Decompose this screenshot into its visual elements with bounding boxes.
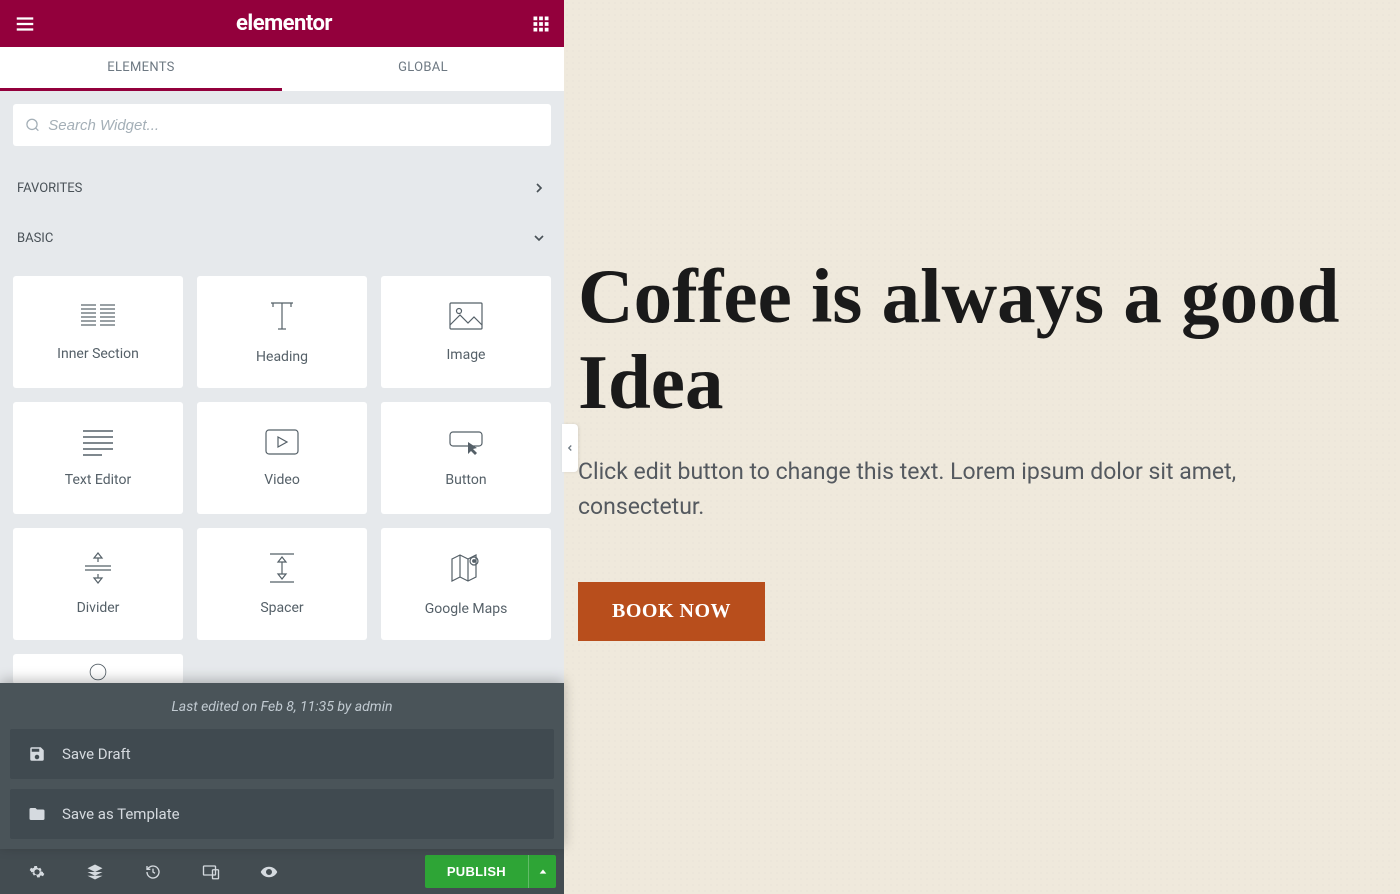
category-favorites[interactable]: FAVORITES xyxy=(13,166,551,210)
eye-icon xyxy=(260,863,278,881)
widget-label: Spacer xyxy=(260,600,303,616)
widget-divider[interactable]: Divider xyxy=(13,528,183,640)
hero-title[interactable]: Coffee is always a good Idea xyxy=(578,253,1400,425)
icon-partial xyxy=(84,662,112,682)
preview-button[interactable] xyxy=(240,849,298,894)
history-icon xyxy=(145,864,161,880)
widget-google-maps[interactable]: Google Maps xyxy=(381,528,551,640)
panel-tabs: ELEMENTS GLOBAL xyxy=(0,47,564,91)
apps-grid-icon[interactable] xyxy=(532,15,550,33)
widget-text-editor[interactable]: Text Editor xyxy=(13,402,183,514)
navigator-button[interactable] xyxy=(66,849,124,894)
tab-elements[interactable]: ELEMENTS xyxy=(0,47,282,91)
map-icon xyxy=(449,551,483,585)
preview-canvas[interactable]: Coffee is always a good Idea Click edit … xyxy=(564,0,1400,894)
search-input[interactable] xyxy=(48,117,539,134)
chevron-down-icon xyxy=(531,230,547,246)
category-label: FAVORITES xyxy=(17,181,82,196)
responsive-button[interactable] xyxy=(182,849,240,894)
hamburger-menu-icon[interactable] xyxy=(14,13,36,35)
widget-spacer[interactable]: Spacer xyxy=(197,528,367,640)
save-options-popup: Last edited on Feb 8, 11:35 by admin Sav… xyxy=(0,683,564,849)
inner-section-icon xyxy=(80,302,116,330)
responsive-icon xyxy=(202,863,220,881)
save-template-label: Save as Template xyxy=(62,805,180,823)
caret-up-icon xyxy=(538,867,548,877)
settings-button[interactable] xyxy=(8,849,66,894)
book-now-button[interactable]: BOOK NOW xyxy=(578,582,765,641)
widget-label: Video xyxy=(264,472,300,488)
widget-label: Divider xyxy=(77,600,120,616)
widget-video[interactable]: Video xyxy=(197,402,367,514)
video-icon xyxy=(264,428,300,456)
chevron-left-icon xyxy=(565,441,575,455)
widget-image[interactable]: Image xyxy=(381,276,551,388)
logo: elementor xyxy=(236,11,332,36)
publish-wrap: PUBLISH xyxy=(425,855,556,888)
save-template-button[interactable]: Save as Template xyxy=(10,789,554,839)
panel-header: elementor xyxy=(0,0,564,47)
spacer-icon xyxy=(269,552,295,584)
widget-label: Inner Section xyxy=(57,346,139,362)
button-icon xyxy=(448,428,484,456)
chevron-right-icon xyxy=(531,180,547,196)
save-icon xyxy=(28,745,46,763)
gear-icon xyxy=(29,864,45,880)
folder-icon xyxy=(28,805,46,823)
last-edited-text: Last edited on Feb 8, 11:35 by admin xyxy=(0,683,564,729)
editor-panel: elementor ELEMENTS GLOBAL FAVORITES BASI… xyxy=(0,0,564,894)
widget-inner-section[interactable]: Inner Section xyxy=(13,276,183,388)
widget-button[interactable]: Button xyxy=(381,402,551,514)
widget-heading[interactable]: Heading xyxy=(197,276,367,388)
widget-grid: Inner Section Heading Image xyxy=(13,276,551,684)
hero-subtitle[interactable]: Click edit button to change this text. L… xyxy=(578,455,1328,524)
text-editor-icon xyxy=(82,428,114,456)
tab-global[interactable]: GLOBAL xyxy=(282,47,564,91)
divider-icon xyxy=(83,552,113,584)
history-button[interactable] xyxy=(124,849,182,894)
save-draft-button[interactable]: Save Draft xyxy=(10,729,554,779)
category-basic[interactable]: BASIC xyxy=(13,216,551,260)
widget-partial[interactable] xyxy=(13,654,183,684)
widget-label: Image xyxy=(447,347,486,363)
heading-icon xyxy=(265,299,299,333)
save-draft-label: Save Draft xyxy=(62,745,131,763)
search-wrapper xyxy=(13,104,551,146)
image-icon xyxy=(448,301,484,331)
collapse-handle[interactable] xyxy=(562,424,578,472)
widget-label: Google Maps xyxy=(425,601,508,617)
search-icon xyxy=(25,117,40,133)
widget-label: Text Editor xyxy=(65,472,131,488)
category-label: BASIC xyxy=(17,231,53,246)
publish-button[interactable]: PUBLISH xyxy=(425,855,528,888)
bottom-bar: PUBLISH xyxy=(0,849,564,894)
publish-caret[interactable] xyxy=(528,855,556,888)
layers-icon xyxy=(86,863,104,881)
widget-label: Button xyxy=(445,472,486,488)
widget-label: Heading xyxy=(256,349,308,365)
